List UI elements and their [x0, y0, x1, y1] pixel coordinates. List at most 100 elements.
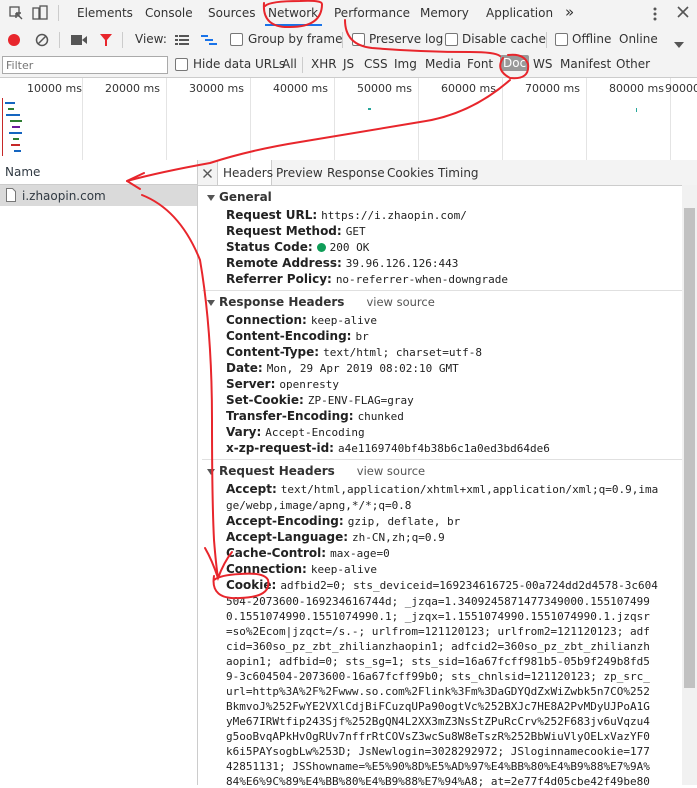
- response-headers-section-header[interactable]: Response Headers view source: [207, 295, 435, 309]
- filter-type-doc[interactable]: Doc: [500, 55, 530, 71]
- filter-type-css[interactable]: CSS: [364, 57, 388, 71]
- timeline-tick: 50000 ms: [357, 82, 412, 95]
- header-key: Accept:: [226, 482, 277, 496]
- cookie-value-line: 84%E6%9C%89%E4%BB%80%E4%B9%88%E7%94%A8; …: [226, 775, 650, 788]
- screenshot-camera-icon[interactable]: [71, 34, 87, 49]
- offline-label: Offline: [572, 32, 612, 46]
- header-value: text/html,application/xhtml+xml,applicat…: [280, 483, 659, 496]
- tab-application[interactable]: Application: [486, 6, 553, 20]
- filter-type-all[interactable]: All: [282, 57, 297, 71]
- close-devtools-icon[interactable]: [677, 6, 689, 21]
- filter-type-font[interactable]: Font: [467, 57, 493, 71]
- cookie-value: adfbid2=0; sts_deviceid=169234616725-00a…: [280, 579, 658, 592]
- name-header-label: Name: [5, 165, 41, 179]
- header-value: br: [355, 330, 369, 343]
- tab-network[interactable]: Network: [268, 6, 318, 20]
- header-value: Mon, 29 Apr 2019 08:02:10 GMT: [266, 362, 459, 375]
- view-source-link[interactable]: view source: [357, 464, 425, 478]
- tab-performance[interactable]: Performance: [334, 6, 410, 20]
- header-key: Set-Cookie:: [226, 393, 304, 407]
- filter-funnel-icon[interactable]: [99, 33, 113, 50]
- response-header-row: Vary: Accept-Encoding: [226, 425, 365, 439]
- filter-type-js[interactable]: JS: [343, 57, 354, 71]
- header-value: zh-CN,zh;q=0.9: [352, 531, 445, 544]
- header-value: 39.96.126.126:443: [345, 257, 459, 270]
- more-tabs-button[interactable]: »: [565, 3, 574, 21]
- request-row[interactable]: i.zhaopin.com: [0, 185, 197, 206]
- header-key: Connection:: [226, 313, 307, 327]
- device-toolbar-icon[interactable]: [32, 5, 48, 24]
- response-header-row: Connection: keep-alive: [226, 313, 377, 327]
- tab-preview[interactable]: Preview: [276, 166, 323, 180]
- header-key: Date:: [226, 361, 263, 375]
- cookie-value-line: =so%2Ecom|jzqct=/s.-; urlfrom=121120123;…: [226, 625, 650, 638]
- general-section-header[interactable]: General: [207, 190, 272, 204]
- group-by-frame-checkbox[interactable]: [230, 33, 243, 46]
- view-source-link[interactable]: view source: [366, 295, 434, 309]
- header-value: https://i.zhaopin.com/: [321, 209, 467, 222]
- filter-input[interactable]: [2, 56, 168, 74]
- header-key: Accept-Encoding:: [226, 514, 344, 528]
- large-rows-icon[interactable]: [175, 34, 189, 49]
- tab-response[interactable]: Response: [327, 166, 385, 180]
- clear-icon[interactable]: [35, 33, 49, 50]
- request-header-row: Accept: text/html,application/xhtml+xml,a…: [226, 482, 658, 496]
- filter-type-media[interactable]: Media: [425, 57, 461, 71]
- active-tab-indicator: [265, 24, 322, 26]
- header-key: Accept-Language:: [226, 530, 349, 544]
- inspect-icon[interactable]: [8, 5, 24, 24]
- waterfall-view-icon[interactable]: [201, 34, 217, 49]
- preserve-log-label: Preserve log: [369, 32, 444, 46]
- preserve-log-checkbox[interactable]: [352, 33, 365, 46]
- filter-type-img[interactable]: Img: [394, 57, 417, 71]
- filter-type-xhr[interactable]: XHR: [311, 57, 337, 71]
- close-detail-icon[interactable]: [203, 167, 212, 181]
- cookie-value-line: cid=360so_pz_zbt_zhilianzhaopin1; adfcid…: [226, 640, 650, 653]
- tab-cookies[interactable]: Cookies: [387, 166, 434, 180]
- filter-bar: Hide data URLs All XHR JS CSS Img Media …: [0, 53, 697, 78]
- hide-data-urls-label: Hide data URLs: [193, 57, 286, 71]
- header-value: keep-alive: [310, 314, 378, 327]
- tab-console[interactable]: Console: [145, 6, 193, 20]
- tab-memory[interactable]: Memory: [420, 6, 469, 20]
- chevron-down-icon[interactable]: [674, 37, 684, 51]
- request-headers-section-header[interactable]: Request Headers view source: [207, 464, 425, 478]
- filter-type-manifest[interactable]: Manifest: [560, 57, 611, 71]
- header-key: Request URL:: [226, 208, 318, 222]
- response-header-row: Transfer-Encoding: chunked: [226, 409, 404, 423]
- header-value: gzip, deflate, br: [347, 515, 461, 528]
- timeline-overview[interactable]: 10000 ms 20000 ms 30000 ms 40000 ms 5000…: [0, 78, 697, 161]
- response-headers-title: Response Headers: [219, 295, 345, 309]
- timeline-tick: 80000 ms: [609, 82, 664, 95]
- detail-tab-bar: Headers Preview Response Cookies Timing: [198, 160, 697, 186]
- tab-headers[interactable]: Headers: [223, 166, 273, 180]
- expand-triangle-icon: [207, 468, 215, 475]
- cookie-row: Cookie: adfbid2=0; sts_deviceid=169234616…: [226, 578, 658, 592]
- tab-sources[interactable]: Sources: [208, 6, 255, 20]
- throttling-select[interactable]: Online: [619, 32, 658, 46]
- hide-data-urls-checkbox[interactable]: [175, 58, 188, 71]
- request-header-row: Connection: keep-alive: [226, 562, 377, 576]
- name-column-header[interactable]: Name: [0, 160, 197, 185]
- requests-list: Name i.zhaopin.com: [0, 160, 198, 785]
- header-value-continuation: ge/webp,image/apng,*/*;q=0.8: [226, 499, 412, 512]
- filter-type-other[interactable]: Other: [616, 57, 650, 71]
- filter-type-ws[interactable]: WS: [533, 57, 552, 71]
- disable-cache-checkbox[interactable]: [445, 33, 458, 46]
- header-key: Status Code:: [226, 240, 313, 254]
- tab-elements[interactable]: Elements: [77, 6, 133, 20]
- timeline-tick: 20000 ms: [105, 82, 160, 95]
- header-key: Request Method:: [226, 224, 342, 238]
- header-key: Cache-Control:: [226, 546, 327, 560]
- cookie-value-line: 42851131; JSShowname=%E5%90%8D%E5%AD%97%…: [226, 760, 650, 773]
- cookie-value-line: 0.1551074990.1551074990.1; _jzqx=1.15510…: [226, 610, 650, 623]
- kebab-menu-icon[interactable]: [653, 7, 657, 24]
- header-value: a4e1169740bf4b38b6c1a0ed3bd64de6: [337, 442, 550, 455]
- network-toolbar: View: Group by frame Preserve log Disabl…: [0, 27, 697, 54]
- record-button[interactable]: [7, 33, 21, 50]
- tab-timing[interactable]: Timing: [438, 166, 479, 180]
- expand-triangle-icon: [207, 299, 215, 306]
- detail-scrollbar-thumb[interactable]: [684, 208, 695, 688]
- offline-checkbox[interactable]: [555, 33, 568, 46]
- request-header-row: Cache-Control: max-age=0: [226, 546, 390, 560]
